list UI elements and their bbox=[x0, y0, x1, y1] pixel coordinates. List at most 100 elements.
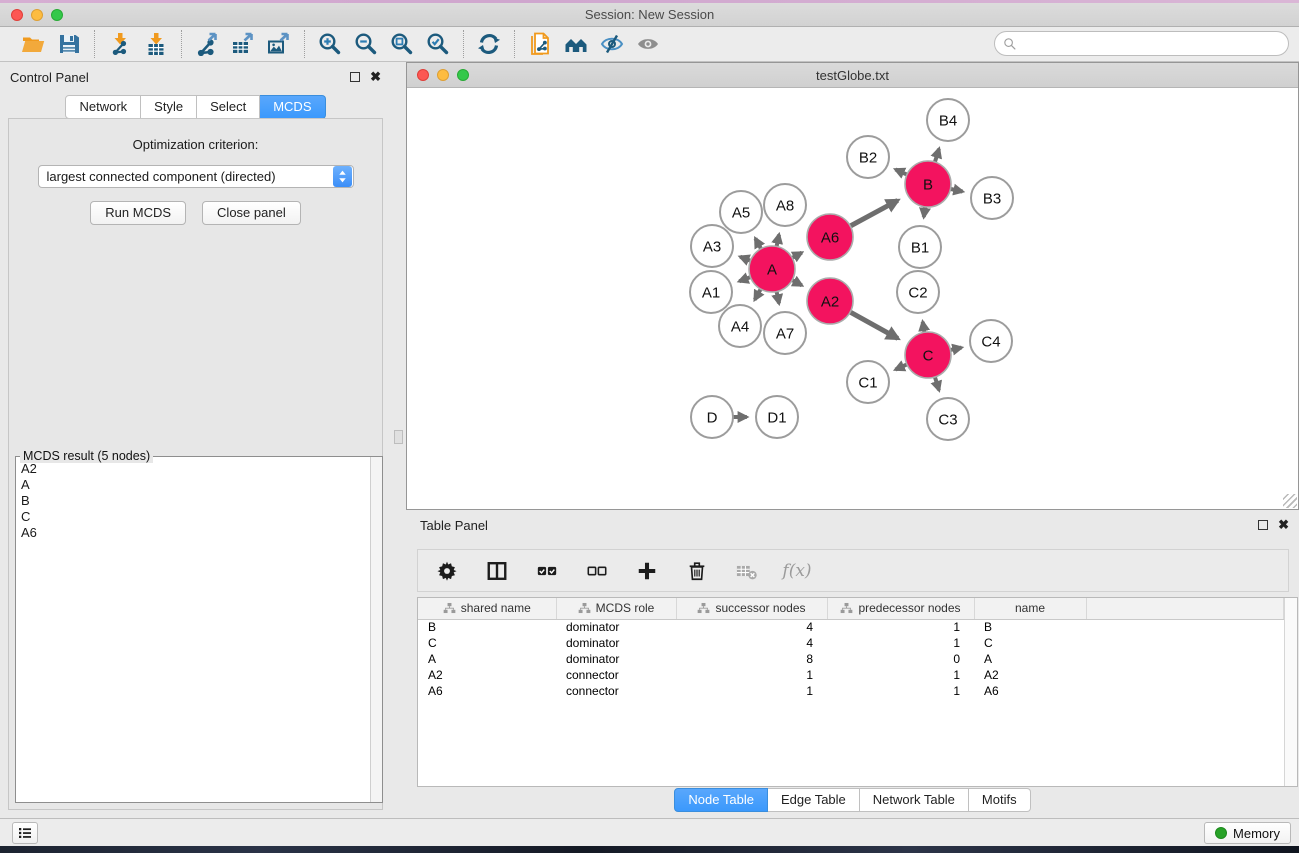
table-cell[interactable]: connector bbox=[556, 667, 676, 683]
table-cell[interactable]: A bbox=[974, 651, 1086, 667]
delete-column-button[interactable] bbox=[684, 558, 710, 584]
add-column-button[interactable] bbox=[634, 558, 660, 584]
columns-button[interactable] bbox=[484, 558, 510, 584]
column-header-name[interactable]: name bbox=[974, 598, 1086, 619]
save-session-button[interactable] bbox=[53, 29, 85, 59]
graph-node-B[interactable]: B bbox=[905, 161, 951, 207]
table-cell[interactable]: A2 bbox=[418, 667, 556, 683]
tab-motifs[interactable]: Motifs bbox=[969, 788, 1031, 812]
table-cell[interactable]: connector bbox=[556, 683, 676, 699]
table-cell[interactable]: 1 bbox=[827, 635, 974, 651]
graph-node-A8[interactable]: A8 bbox=[764, 184, 806, 226]
table-cell[interactable]: A bbox=[418, 651, 556, 667]
delete-table-button[interactable] bbox=[734, 558, 760, 584]
search-box[interactable] bbox=[994, 31, 1289, 56]
function-builder-button[interactable]: f(x) bbox=[784, 558, 810, 584]
zoom-selected-button[interactable] bbox=[422, 29, 454, 59]
tab-select[interactable]: Select bbox=[197, 95, 260, 119]
tab-mcds[interactable]: MCDS bbox=[260, 95, 325, 119]
table-cell[interactable]: 1 bbox=[676, 683, 827, 699]
mcds-list-scrollbar[interactable] bbox=[370, 457, 382, 802]
mcds-result-item[interactable]: B bbox=[17, 493, 369, 509]
table-cell[interactable]: 0 bbox=[827, 651, 974, 667]
table-cell[interactable]: A6 bbox=[974, 683, 1086, 699]
memory-button[interactable]: Memory bbox=[1204, 822, 1291, 844]
zoom-in-button[interactable] bbox=[314, 29, 346, 59]
graph-edge-A2-C[interactable] bbox=[848, 311, 897, 338]
select-all-button[interactable] bbox=[534, 558, 560, 584]
float-panel-icon[interactable] bbox=[350, 72, 360, 82]
table-cell[interactable]: B bbox=[418, 619, 556, 635]
table-cell[interactable]: C bbox=[974, 635, 1086, 651]
export-table-button[interactable] bbox=[227, 29, 259, 59]
table-cell[interactable]: 1 bbox=[827, 683, 974, 699]
table-cell[interactable]: 1 bbox=[827, 619, 974, 635]
network-window-titlebar[interactable]: testGlobe.txt bbox=[407, 63, 1298, 88]
zoom-out-button[interactable] bbox=[350, 29, 382, 59]
gear-button[interactable] bbox=[434, 558, 460, 584]
column-header-predecessor-nodes[interactable]: predecessor nodes bbox=[827, 598, 974, 619]
graph-node-B4[interactable]: B4 bbox=[927, 99, 969, 141]
table-cell[interactable]: C bbox=[418, 635, 556, 651]
export-network-button[interactable] bbox=[191, 29, 223, 59]
show-details-button[interactable] bbox=[632, 29, 664, 59]
optimization-criterion-select[interactable]: largest connected component (directed) bbox=[38, 165, 354, 188]
run-mcds-button[interactable]: Run MCDS bbox=[90, 201, 186, 225]
table-cell[interactable]: 1 bbox=[676, 667, 827, 683]
table-cell[interactable]: 4 bbox=[676, 635, 827, 651]
graph-node-C1[interactable]: C1 bbox=[847, 361, 889, 403]
resize-corner-handle[interactable] bbox=[1283, 494, 1297, 508]
graph-node-C2[interactable]: C2 bbox=[897, 271, 939, 313]
mcds-result-item[interactable]: C bbox=[17, 509, 369, 525]
mcds-result-item[interactable]: A2 bbox=[17, 461, 369, 477]
mcds-result-item[interactable]: A6 bbox=[17, 525, 369, 541]
graph-node-A4[interactable]: A4 bbox=[719, 305, 761, 347]
graph-node-D[interactable]: D bbox=[691, 396, 733, 438]
import-network-button[interactable] bbox=[104, 29, 136, 59]
zoom-fit-button[interactable] bbox=[386, 29, 418, 59]
close-panel-icon[interactable]: ✖ bbox=[370, 72, 381, 82]
open-session-button[interactable] bbox=[17, 29, 49, 59]
network-file-button[interactable] bbox=[524, 29, 556, 59]
graph-node-B1[interactable]: B1 bbox=[899, 226, 941, 268]
column-header-MCDS-role[interactable]: MCDS role bbox=[556, 598, 676, 619]
graph-node-B2[interactable]: B2 bbox=[847, 136, 889, 178]
table-row[interactable]: Cdominator41C bbox=[418, 635, 1284, 651]
table-row[interactable]: Bdominator41B bbox=[418, 619, 1284, 635]
graph-node-C3[interactable]: C3 bbox=[927, 398, 969, 440]
table-row[interactable]: Adominator80A bbox=[418, 651, 1284, 667]
graph-node-A7[interactable]: A7 bbox=[764, 312, 806, 354]
graph-node-A3[interactable]: A3 bbox=[691, 225, 733, 267]
close-table-panel-icon[interactable]: ✖ bbox=[1278, 520, 1289, 530]
table-scrollbar[interactable] bbox=[1284, 598, 1297, 786]
hide-details-button[interactable] bbox=[596, 29, 628, 59]
tab-network[interactable]: Network bbox=[65, 95, 141, 119]
graph-node-C4[interactable]: C4 bbox=[970, 320, 1012, 362]
task-history-button[interactable] bbox=[12, 822, 38, 844]
graph-node-B3[interactable]: B3 bbox=[971, 177, 1013, 219]
graph-node-A1[interactable]: A1 bbox=[690, 271, 732, 313]
table-cell[interactable]: dominator bbox=[556, 635, 676, 651]
tab-node-table[interactable]: Node Table bbox=[674, 788, 768, 812]
graph-node-C[interactable]: C bbox=[905, 332, 951, 378]
graph-node-A6[interactable]: A6 bbox=[807, 214, 853, 260]
tab-edge-table[interactable]: Edge Table bbox=[768, 788, 860, 812]
graph-edge-A6-B[interactable] bbox=[849, 200, 898, 227]
tab-style[interactable]: Style bbox=[141, 95, 197, 119]
table-cell[interactable]: B bbox=[974, 619, 1086, 635]
refresh-button[interactable] bbox=[473, 29, 505, 59]
float-table-panel-icon[interactable] bbox=[1258, 520, 1268, 530]
mcds-result-item[interactable]: A bbox=[17, 477, 369, 493]
table-row[interactable]: A2connector11A2 bbox=[418, 667, 1284, 683]
export-image-button[interactable] bbox=[263, 29, 295, 59]
graph-node-A[interactable]: A bbox=[749, 246, 795, 292]
column-header-shared-name[interactable]: shared name bbox=[418, 598, 556, 619]
graph-node-A5[interactable]: A5 bbox=[720, 191, 762, 233]
table-cell[interactable]: dominator bbox=[556, 619, 676, 635]
tab-network-table[interactable]: Network Table bbox=[860, 788, 969, 812]
column-header-successor-nodes[interactable]: successor nodes bbox=[676, 598, 827, 619]
table-cell[interactable]: A2 bbox=[974, 667, 1086, 683]
search-input[interactable] bbox=[1022, 32, 1288, 55]
deselect-all-button[interactable] bbox=[584, 558, 610, 584]
import-table-button[interactable] bbox=[140, 29, 172, 59]
